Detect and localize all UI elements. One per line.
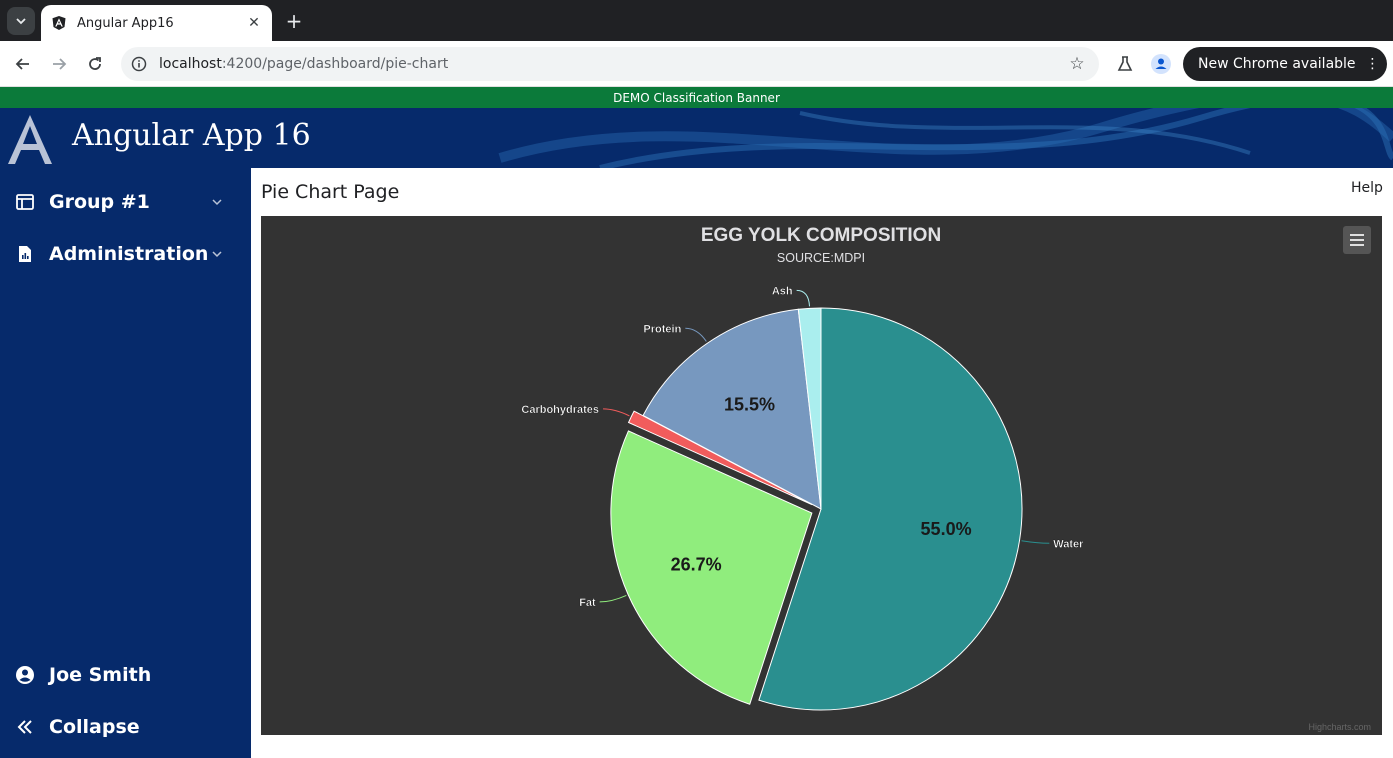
main-content: Pie Chart Page Help EGG YOLK COMPOSITION… <box>251 168 1393 758</box>
slice-name-label: Fat <box>579 597 596 609</box>
site-info-icon[interactable] <box>129 54 149 74</box>
slice-connector <box>603 408 630 417</box>
new-chrome-label: New Chrome available <box>1198 56 1356 72</box>
url-host: localhost <box>159 56 222 72</box>
user-name: Joe Smith <box>49 664 152 686</box>
sidebar: Group #1 Administration Joe Smith Collap… <box>0 168 251 758</box>
pie-chart: EGG YOLK COMPOSITION SOURCE:MDPI 55.0% Wa… <box>521 225 1371 732</box>
sidebar-user[interactable]: Joe Smith <box>0 657 251 693</box>
slice-connector <box>1021 540 1050 544</box>
report-icon <box>15 244 35 264</box>
slice-name-label: Carbohydrates <box>521 404 599 416</box>
reload-icon <box>89 57 101 70</box>
url-path: :4200/page/dashboard/pie-chart <box>221 56 449 72</box>
url-text: localhost:4200/page/dashboard/pie-chart <box>159 56 1063 72</box>
dashboard-icon <box>15 192 35 212</box>
app-header: Angular App 16 <box>0 108 1393 168</box>
new-chrome-available-button[interactable]: New Chrome available ⋮ <box>1183 47 1387 81</box>
arrow-left-icon <box>15 58 29 70</box>
chart-context-menu-button[interactable] <box>1343 226 1371 254</box>
bookmark-star-icon[interactable]: ☆ <box>1063 50 1091 78</box>
sidebar-item-label: Group #1 <box>49 191 150 213</box>
page-title: Pie Chart Page <box>261 181 400 203</box>
help-link[interactable]: Help <box>1351 180 1383 196</box>
tab-search-button[interactable] <box>7 7 35 35</box>
sidebar-item-administration[interactable]: Administration <box>0 236 251 272</box>
labs-flask-icon[interactable] <box>1113 52 1137 76</box>
pie-slices: 55.0% Water 26.7% Fat Carbohydrates 15.5% Prot… <box>521 285 1084 711</box>
collapse-label: Collapse <box>49 716 140 738</box>
reload-button[interactable] <box>81 50 109 78</box>
tab-title: Angular App16 <box>77 15 174 31</box>
arrow-right-icon <box>53 58 67 70</box>
slice-connector <box>685 327 707 342</box>
classification-banner: DEMO Classification Banner <box>0 87 1393 108</box>
chevron-down-icon <box>209 194 225 210</box>
chart-credits: Highcharts.com <box>1308 722 1371 732</box>
sidebar-item-group-1[interactable]: Group #1 <box>0 184 251 220</box>
double-chevron-left-icon <box>15 717 35 737</box>
chevron-down-icon <box>209 246 225 262</box>
chart-subtitle: SOURCE:MDPI <box>777 251 865 265</box>
slice-name-label: Water <box>1053 538 1084 550</box>
account-circle-icon <box>15 665 35 685</box>
forward-button[interactable] <box>45 50 73 78</box>
chart-title: EGG YOLK COMPOSITION <box>701 225 941 246</box>
slice-name-label: Ash <box>772 285 793 297</box>
angular-icon <box>52 16 66 30</box>
classification-text: DEMO Classification Banner <box>613 90 780 105</box>
browser-tab-strip: Angular App16 ✕ + <box>0 0 1393 41</box>
profile-avatar-icon[interactable] <box>1149 52 1173 76</box>
chart-panel: EGG YOLK COMPOSITION SOURCE:MDPI 55.0% Wa… <box>261 216 1382 735</box>
collapse-button[interactable]: Collapse <box>0 709 251 745</box>
chevron-down-icon <box>16 18 26 25</box>
slice-name-label: Protein <box>643 323 681 335</box>
more-vert-icon: ⋮ <box>1365 56 1380 72</box>
slice-connector <box>599 594 627 603</box>
app-title: Angular App 16 <box>72 118 311 153</box>
slice-percent-label: 26.7% <box>671 554 722 574</box>
slice-connector <box>796 289 811 307</box>
sidebar-item-label: Administration <box>49 243 209 265</box>
back-button[interactable] <box>9 50 37 78</box>
app-logo-icon <box>8 115 52 164</box>
browser-toolbar: localhost:4200/page/dashboard/pie-chart … <box>0 41 1393 87</box>
browser-tab[interactable]: Angular App16 ✕ <box>41 5 272 41</box>
slice-percent-label: 15.5% <box>724 394 775 414</box>
close-icon[interactable]: ✕ <box>244 13 264 33</box>
slice-percent-label: 55.0% <box>921 519 972 539</box>
address-bar[interactable]: localhost:4200/page/dashboard/pie-chart … <box>121 47 1099 81</box>
new-tab-button[interactable]: + <box>282 9 306 33</box>
